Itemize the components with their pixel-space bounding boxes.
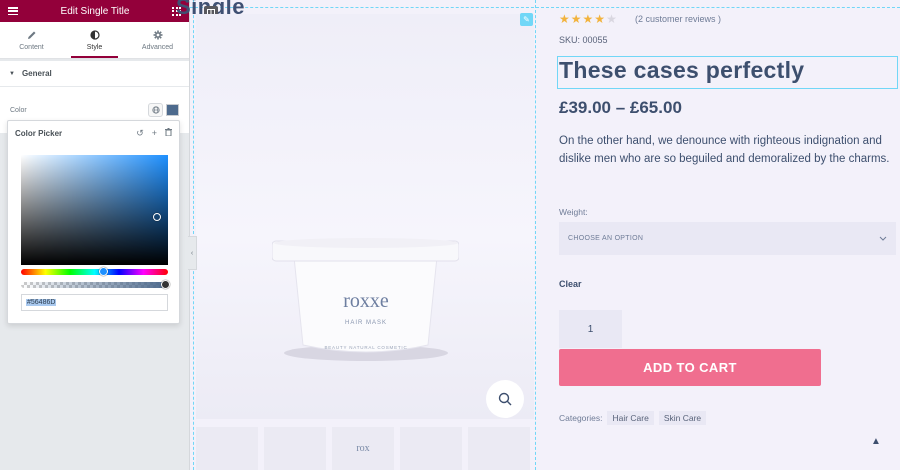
product-jar-illustration: roxxe HAIR MASK BEAUTY NATURAL COSMETIC xyxy=(272,238,459,361)
hex-input[interactable]: #56486D xyxy=(21,294,168,311)
collapse-panel-button[interactable]: ‹ xyxy=(188,236,197,270)
color-swatch[interactable] xyxy=(166,104,179,116)
chevron-left-icon: ‹ xyxy=(190,249,194,257)
clear-link[interactable]: Clear xyxy=(559,279,582,289)
quantity-input[interactable]: 1 xyxy=(559,310,622,348)
back-to-top-icon[interactable]: ▲ xyxy=(871,436,881,447)
menu-icon[interactable] xyxy=(8,7,18,15)
categories: Categories: Hair Care Skin Care xyxy=(559,411,707,425)
product-main-image[interactable]: roxxe HAIR MASK BEAUTY NATURAL COSMETIC xyxy=(196,14,534,419)
reset-icon[interactable]: ↺ xyxy=(136,128,144,139)
column-outline xyxy=(535,0,536,470)
thumbnail[interactable]: rox xyxy=(332,427,394,470)
add-icon[interactable]: + xyxy=(152,128,157,139)
globe-icon xyxy=(151,106,160,114)
product-summary: ★ ★ ★ ★ ★ (2 customer reviews ) SKU: 00055 T… xyxy=(557,0,900,470)
weight-select-value: CHOOSE AN OPTION xyxy=(568,235,644,242)
tab-content[interactable]: Content xyxy=(0,22,63,58)
edit-widget-button[interactable]: ✎ xyxy=(520,13,533,26)
category-tag[interactable]: Hair Care xyxy=(607,411,654,425)
hue-slider[interactable] xyxy=(21,267,168,276)
tab-content-label: Content xyxy=(19,43,44,51)
reviews-link[interactable]: (2 customer reviews ) xyxy=(635,14,721,24)
weight-label: Weight: xyxy=(559,207,588,217)
product-title[interactable]: These cases perfectly xyxy=(559,57,804,84)
editor-header: Edit Single Title xyxy=(0,0,189,22)
category-tag[interactable]: Skin Care xyxy=(658,411,707,425)
section-general[interactable]: ▼ General xyxy=(0,61,189,87)
add-to-cart-button[interactable]: ADD TO CART xyxy=(559,349,821,386)
color-label: Color xyxy=(10,106,27,114)
global-colors-button[interactable] xyxy=(148,103,163,117)
preview-canvas: Single roxxe HAIR MASK BEAUTY NATURAL CO… xyxy=(176,0,900,470)
thumbnail[interactable] xyxy=(196,427,258,470)
opacity-handle[interactable] xyxy=(161,280,170,289)
thumbnail[interactable] xyxy=(264,427,326,470)
product-price: £39.00 – £65.00 xyxy=(559,98,682,117)
hue-handle[interactable] xyxy=(99,267,108,276)
editor-panel: Edit Single Title Content Style Advanced… xyxy=(0,0,190,470)
jar-sub-text: HAIR MASK xyxy=(345,320,387,326)
sku: SKU: 00055 xyxy=(559,35,608,45)
categories-label: Categories: xyxy=(559,413,603,423)
jar-brand-text: roxxe xyxy=(343,290,389,312)
color-picker-popover: Color Picker ↺ + #56486D xyxy=(7,120,180,324)
search-icon xyxy=(498,392,512,406)
editor-title: Edit Single Title xyxy=(60,5,130,17)
quantity-value: 1 xyxy=(587,323,594,335)
editor-tabs: Content Style Advanced xyxy=(0,22,189,59)
saturation-handle[interactable] xyxy=(153,213,161,221)
thumbnail-strip: rox xyxy=(196,427,534,470)
product-description: On the other hand, we denounce with righ… xyxy=(559,135,890,165)
tab-advanced-label: Advanced xyxy=(141,43,174,51)
hex-value: #56486D xyxy=(26,299,57,306)
opacity-slider[interactable] xyxy=(21,280,170,289)
section-outline-left xyxy=(193,0,194,470)
sku-value: 00055 xyxy=(582,35,608,45)
weight-select[interactable]: CHOOSE AN OPTION xyxy=(559,222,896,255)
contrast-icon xyxy=(89,29,100,40)
jar-foot-text: BEAUTY NATURAL COSMETIC xyxy=(324,345,407,350)
thumbnail[interactable] xyxy=(400,427,462,470)
section-general-label: General xyxy=(21,69,52,78)
star-icon: ★ xyxy=(582,12,594,26)
pencil-icon xyxy=(27,31,35,39)
gear-icon xyxy=(153,30,162,39)
star-rating: ★ ★ ★ ★ ★ xyxy=(559,12,617,26)
caret-down-icon: ▼ xyxy=(9,70,15,77)
sku-label: SKU: xyxy=(559,35,581,45)
star-icon: ★ xyxy=(570,12,582,26)
color-picker-title: Color Picker xyxy=(15,128,63,138)
trash-icon[interactable] xyxy=(165,127,172,139)
star-icon: ★ xyxy=(594,12,606,26)
thumbnail-label: rox xyxy=(356,443,370,454)
chevron-down-icon xyxy=(879,236,887,241)
tab-style-label: Style xyxy=(86,43,103,51)
tab-advanced[interactable]: Advanced xyxy=(126,22,189,58)
star-icon: ★ xyxy=(559,12,570,26)
star-icon: ★ xyxy=(606,12,617,26)
thumbnail[interactable] xyxy=(468,427,530,470)
zoom-button[interactable] xyxy=(486,380,524,418)
saturation-value-area[interactable] xyxy=(21,155,168,265)
pencil-icon: ✎ xyxy=(523,15,530,24)
tab-style[interactable]: Style xyxy=(63,22,126,58)
